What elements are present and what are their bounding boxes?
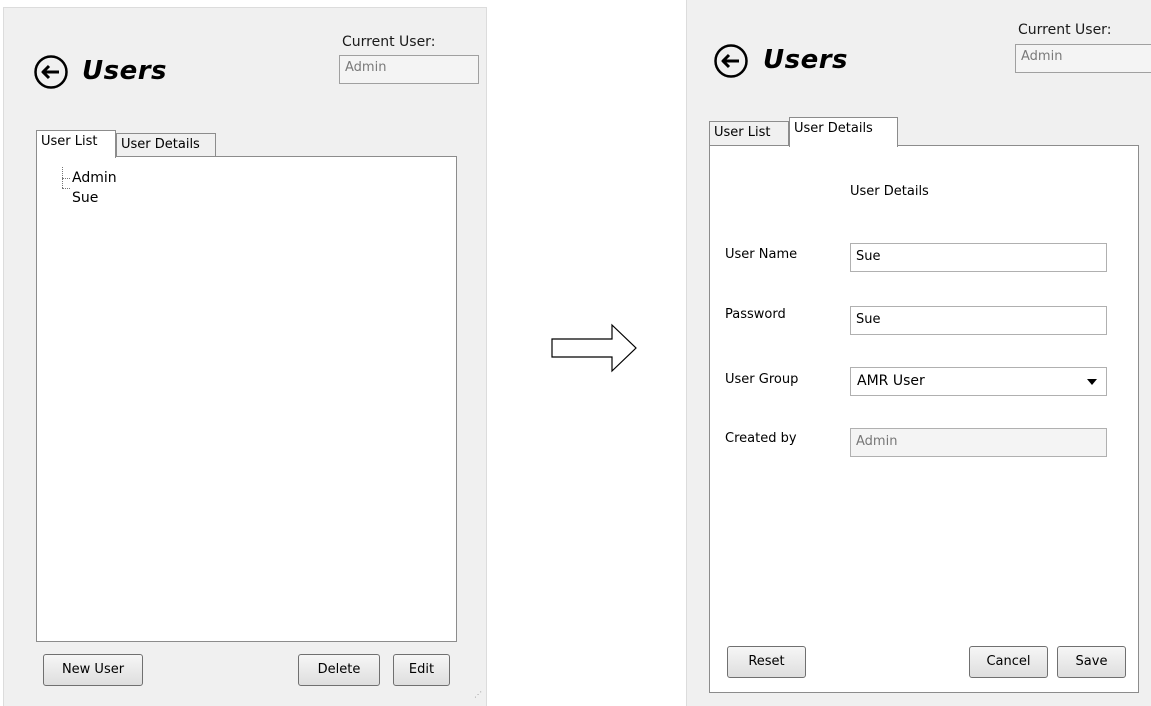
- delete-button[interactable]: Delete: [298, 654, 380, 686]
- back-arrow-icon[interactable]: [713, 43, 749, 79]
- tree-item-sue[interactable]: Sue: [72, 190, 98, 206]
- page-title: Users: [82, 56, 168, 86]
- current-user-field: Admin: [1015, 44, 1151, 73]
- new-user-button[interactable]: New User: [43, 654, 143, 686]
- back-arrow-icon[interactable]: [33, 54, 69, 90]
- users-window-list-view: Users Current User: Admin User List User…: [3, 7, 487, 706]
- current-user-label: Current User:: [342, 34, 436, 50]
- password-field[interactable]: Sue: [850, 306, 1107, 335]
- created-by-field: Admin: [850, 428, 1107, 457]
- reset-button[interactable]: Reset: [727, 646, 806, 678]
- edit-button[interactable]: Edit: [393, 654, 450, 686]
- resize-grip-icon[interactable]: ⋰: [474, 690, 482, 699]
- current-user-field: Admin: [339, 55, 479, 84]
- users-window-detail-view: Users Current User: Admin User List User…: [686, 0, 1151, 706]
- user-list-tree[interactable]: Admin Sue: [36, 156, 457, 642]
- user-name-field[interactable]: Sue: [850, 243, 1107, 272]
- tab-user-list[interactable]: User List: [709, 121, 789, 145]
- chevron-down-icon[interactable]: [1087, 379, 1097, 385]
- page-title: Users: [763, 45, 849, 75]
- tab-user-details[interactable]: User Details: [116, 133, 216, 157]
- tree-connector: [62, 188, 70, 189]
- user-group-dropdown[interactable]: AMR User: [850, 367, 1107, 396]
- tree-connector: [62, 178, 70, 179]
- created-by-label: Created by: [725, 431, 797, 446]
- tab-user-list[interactable]: User List: [36, 130, 116, 158]
- user-name-label: User Name: [725, 247, 798, 262]
- tree-item-admin[interactable]: Admin: [72, 170, 117, 186]
- user-details-panel: User Details User Name Sue Password Sue …: [709, 145, 1139, 693]
- cancel-button[interactable]: Cancel: [969, 646, 1048, 678]
- user-group-label: User Group: [725, 372, 799, 387]
- right-arrow-icon: [551, 323, 637, 373]
- tab-user-details[interactable]: User Details: [789, 117, 898, 147]
- user-group-value: AMR User: [857, 373, 925, 389]
- current-user-label: Current User:: [1018, 22, 1112, 38]
- section-heading: User Details: [850, 184, 929, 199]
- save-button[interactable]: Save: [1057, 646, 1126, 678]
- password-label: Password: [725, 307, 786, 322]
